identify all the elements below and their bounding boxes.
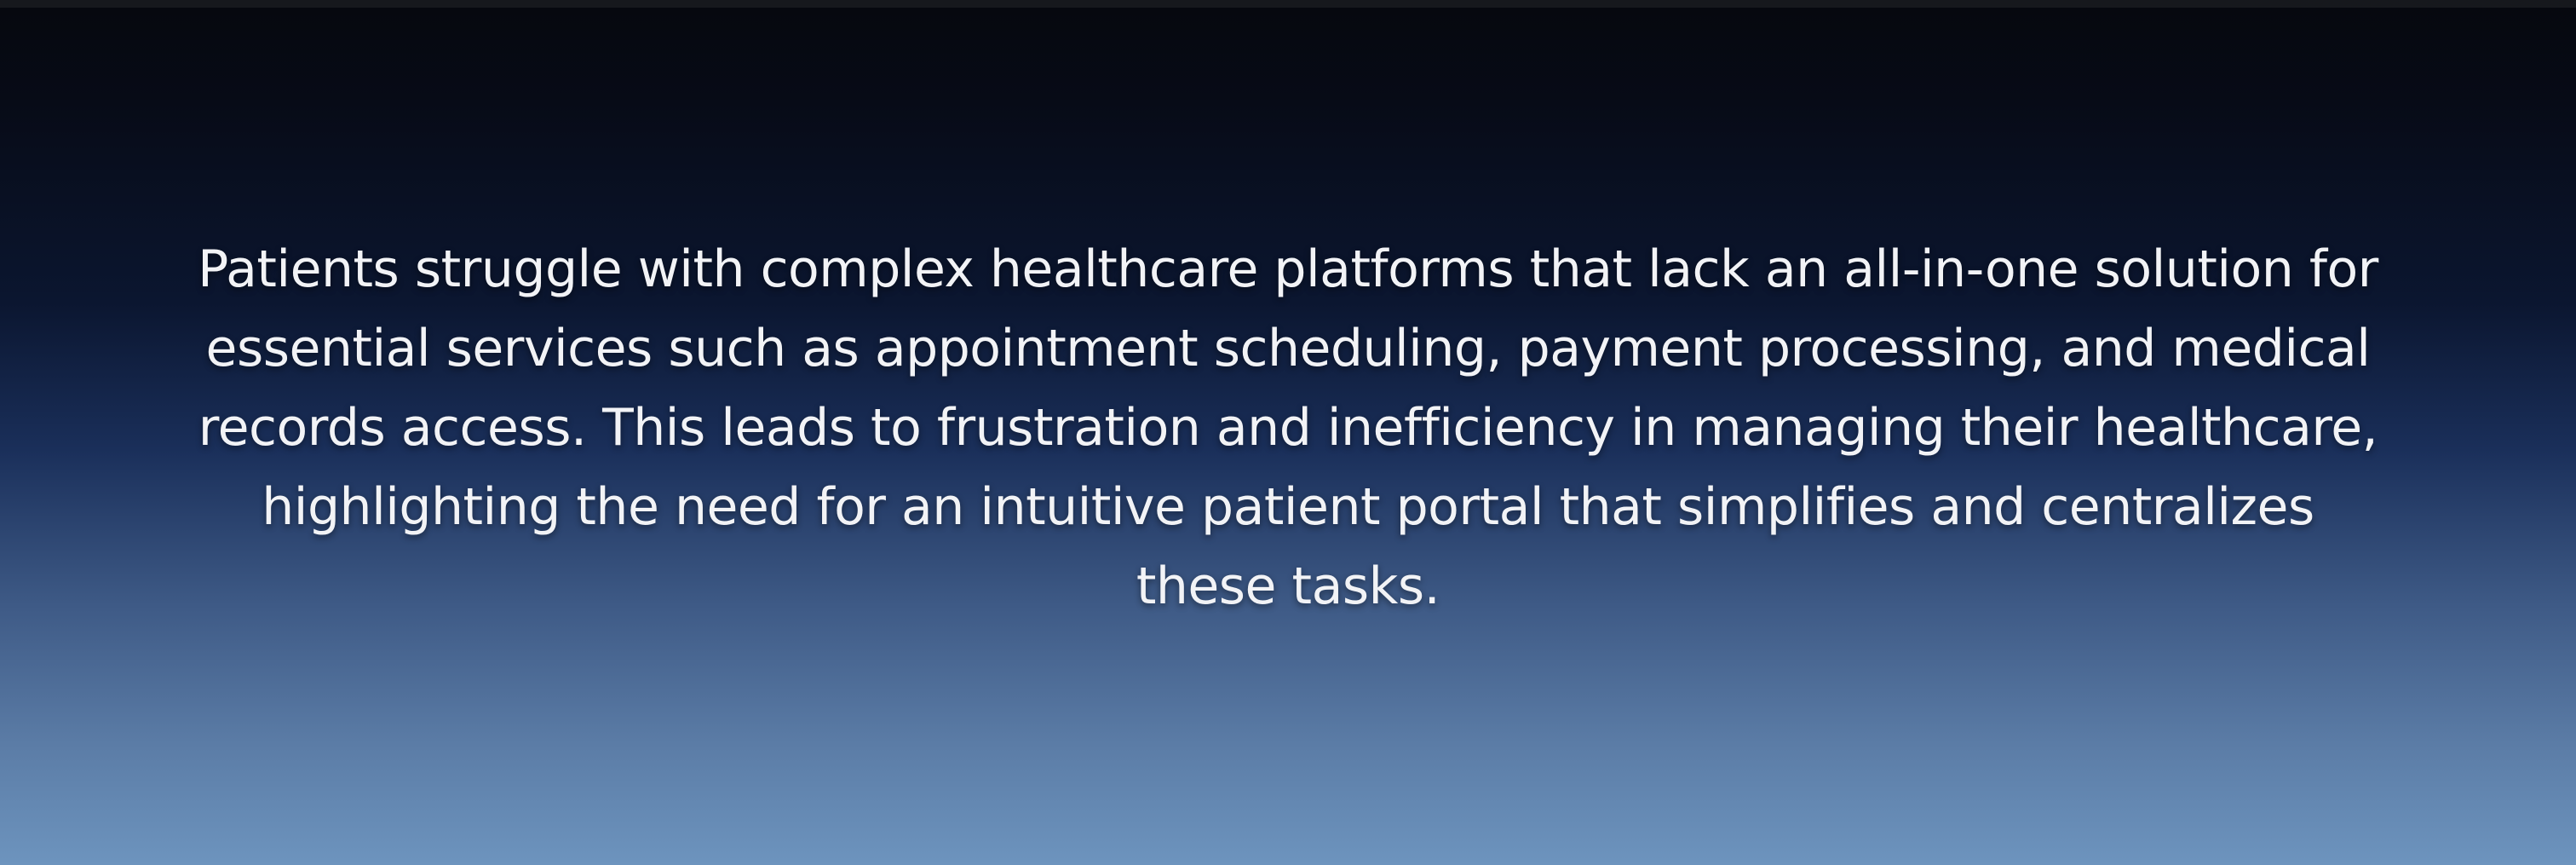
problem-statement: Patients struggle with complex healthcar… [198,239,2378,616]
top-bar [0,0,2576,8]
slide: Patients struggle with complex healthcar… [0,0,2576,865]
